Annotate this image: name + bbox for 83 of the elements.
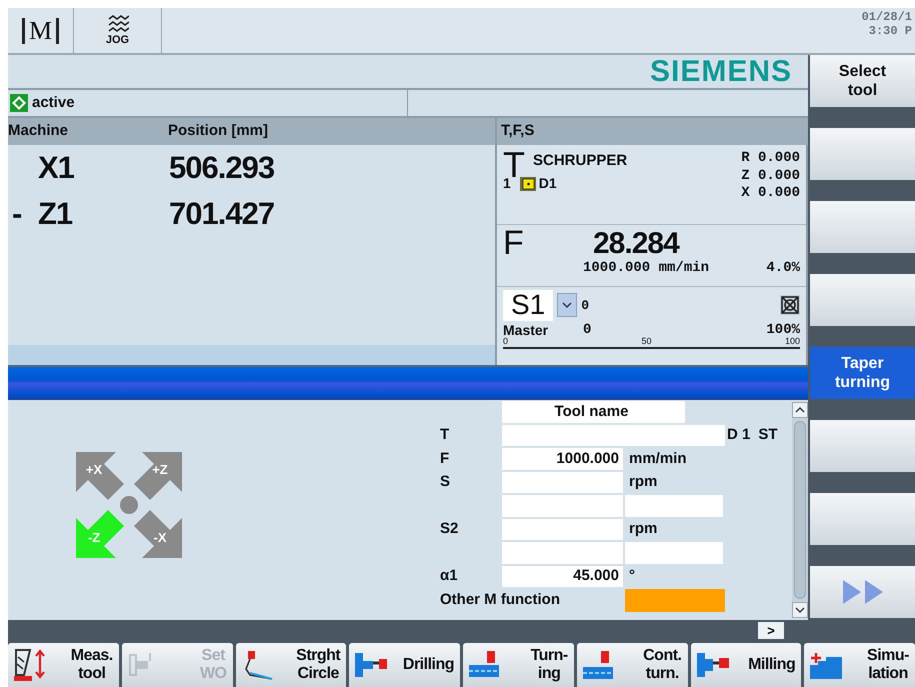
- tool-offset: R 0.000: [741, 150, 800, 168]
- softkey-button[interactable]: Milling: [690, 643, 802, 687]
- tool-holder-icon: [518, 176, 537, 192]
- spindle-name: S1: [503, 290, 554, 321]
- position-value: 506.293: [169, 148, 274, 187]
- softkey-button[interactable]: Meas. tool: [8, 643, 119, 687]
- tool-offset: Z 0.000: [741, 168, 800, 185]
- cutting-edge: D 1: [727, 425, 750, 445]
- spindle-stopped-icon: [780, 295, 800, 316]
- field-label: Other M function: [440, 590, 561, 610]
- chevron-up-icon: [795, 407, 805, 413]
- scrollbar-thumb[interactable]: [794, 421, 806, 599]
- panel-title: T,F,S: [501, 121, 534, 142]
- unit-label: rpm: [628, 519, 658, 539]
- softkey-button[interactable]: [810, 493, 915, 545]
- input-field[interactable]: [502, 424, 725, 446]
- status-diamond-icon: [10, 94, 28, 112]
- center-dot-icon: [120, 496, 138, 514]
- chevron-down-icon: [795, 607, 805, 613]
- softkey-button[interactable]: Cont. turn.: [576, 643, 688, 687]
- tool-number: 1: [503, 175, 511, 193]
- softkey-button[interactable]: Strght Circle: [236, 643, 346, 687]
- scroll-down-button[interactable]: [792, 602, 808, 618]
- feed-letter: F: [503, 225, 525, 262]
- tool-offset: X 0.000: [741, 185, 800, 202]
- input-field[interactable]: [502, 495, 623, 516]
- input-field[interactable]: 45.000: [502, 566, 623, 587]
- status-text: active: [32, 92, 75, 113]
- contour-tool-icon: [582, 649, 615, 681]
- spindle-speed: 0: [581, 296, 590, 315]
- scale-tick-label: 50: [641, 336, 652, 346]
- input-field[interactable]: 1000.000: [502, 448, 623, 470]
- tool-name: SCHRUPPER: [533, 151, 628, 171]
- scale-tick-label: 0: [503, 336, 508, 346]
- date-text: 01/28/1: [862, 10, 912, 24]
- softkey-button[interactable]: Taper turning: [810, 347, 915, 399]
- column-header: Machine: [8, 121, 70, 142]
- field-label: S2: [440, 519, 460, 539]
- jog-mode-label: JOG: [106, 35, 130, 46]
- axis-name: Z1: [38, 194, 74, 233]
- axis-sign: -: [11, 194, 22, 233]
- spindle-override: 100%: [766, 322, 800, 337]
- unit-label: °: [628, 566, 636, 586]
- column-header: Tool name: [502, 401, 685, 422]
- spindle-mode: Master: [503, 322, 550, 337]
- input-field[interactable]: [625, 495, 723, 516]
- cutting-edge: D1: [538, 174, 557, 193]
- softkey-button[interactable]: [810, 274, 915, 326]
- softkey-button[interactable]: [810, 201, 915, 253]
- next-page-button[interactable]: >: [758, 622, 784, 638]
- select-field[interactable]: [625, 589, 725, 612]
- softkey-button[interactable]: Simu- lation: [804, 643, 915, 687]
- column-header: Position [mm]: [168, 121, 268, 142]
- probe-icon: [14, 649, 46, 681]
- brand-logo: SIEMENS: [650, 54, 792, 90]
- input-field[interactable]: [502, 472, 623, 493]
- machine-area-button[interactable]: M: [22, 18, 60, 44]
- feed-value: 28.284: [593, 227, 679, 260]
- spindle-value: 0: [583, 322, 592, 337]
- softkey-button[interactable]: [810, 128, 915, 180]
- softkey-button[interactable]: Select tool: [810, 55, 915, 107]
- feed-override: 4.0%: [766, 259, 800, 278]
- input-field[interactable]: [502, 518, 623, 540]
- softkey-button[interactable]: Drilling: [349, 643, 460, 687]
- scroll-up-button[interactable]: [792, 402, 808, 418]
- position-value: 701.427: [169, 194, 274, 233]
- dropdown-button[interactable]: [557, 293, 578, 318]
- axis-name: X1: [38, 148, 75, 187]
- field-label: α1: [440, 566, 459, 586]
- field-label: S: [440, 472, 452, 492]
- field-label: T: [440, 425, 450, 445]
- input-field[interactable]: [502, 542, 623, 564]
- input-field[interactable]: [625, 542, 723, 564]
- softkey-button[interactable]: Turn- ing: [463, 643, 574, 687]
- double-arrow-icon: [840, 579, 884, 605]
- unit-label: mm/min: [628, 448, 688, 468]
- scale-tick-label: 100: [784, 336, 800, 346]
- feed-rate: 1000.000 mm/min: [583, 259, 710, 278]
- unit-label: rpm: [628, 472, 658, 492]
- time-text: 3:30 P: [868, 24, 912, 39]
- wave-icon: [106, 15, 128, 35]
- tool-type: ST: [758, 425, 778, 445]
- field-label: F: [440, 448, 450, 468]
